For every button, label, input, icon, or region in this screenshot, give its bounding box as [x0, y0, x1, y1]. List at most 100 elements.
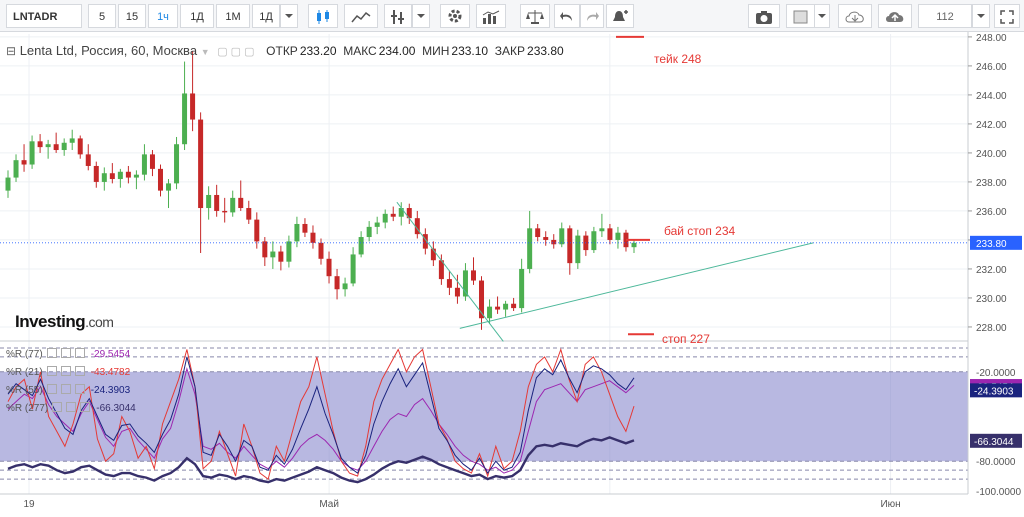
trendline-falling	[396, 201, 504, 342]
price-tick-label: 248.00	[976, 33, 1007, 44]
indicator-close-icon[interactable]	[80, 402, 91, 412]
candle-body	[21, 160, 27, 165]
indicator-close-icon[interactable]	[74, 366, 85, 376]
indicator-settings-icon[interactable]	[46, 348, 57, 358]
indicator-value: -24.3903	[90, 385, 131, 396]
candle-body	[487, 306, 493, 319]
price-tick-label: 244.00	[976, 91, 1007, 102]
chart-area[interactable]: 248.00 246.00 244.00 242.00 240.00 238.00 236.…	[0, 32, 1024, 517]
interval-1d-button[interactable]: 1Д	[180, 4, 214, 28]
save-chart-button[interactable]	[878, 4, 912, 28]
oscillator-tick-label: -100.0000	[976, 487, 1021, 498]
candle-body	[166, 183, 172, 191]
compare-icon	[351, 11, 371, 23]
candle-body	[559, 228, 565, 245]
candle-body	[454, 287, 460, 297]
cloud-upload-icon	[886, 12, 904, 22]
indicator-settings-icon[interactable]	[52, 402, 63, 412]
interval-1h-button[interactable]: 1ч	[148, 4, 178, 28]
candle-body	[575, 235, 581, 264]
alert-button[interactable]	[606, 4, 634, 28]
price-tick-label: 236.00	[976, 207, 1007, 218]
layout-dropdown-button[interactable]	[814, 4, 830, 28]
symbol-search-button[interactable]: LNTADR	[6, 4, 82, 28]
templates-button[interactable]	[476, 4, 506, 28]
indicator-label-277[interactable]: %R (277) -66.3044	[6, 402, 136, 416]
interval-1m-button[interactable]: 1М	[216, 4, 250, 28]
oscillator-tick-label: -20.0000	[976, 368, 1016, 379]
indicators-dropdown-button[interactable]	[412, 4, 430, 28]
candle-body	[182, 93, 188, 145]
candle-body	[503, 303, 509, 310]
candle-body	[29, 141, 35, 165]
indicator-visibility-icon[interactable]	[60, 348, 71, 358]
candle-body	[53, 144, 59, 151]
legend-settings-icons[interactable]: ▢ ▢ ▢	[217, 46, 254, 58]
indicator-settings-icon[interactable]	[46, 384, 57, 394]
indicator-close-icon[interactable]	[74, 348, 85, 358]
indicator-label-55[interactable]: %R (55) -24.3903	[6, 384, 130, 398]
candle-body	[326, 258, 332, 277]
candle-body	[37, 141, 43, 148]
interval-15-button[interactable]: 15	[118, 4, 146, 28]
time-axis-label: Май	[319, 499, 339, 510]
interval-dropdown-button[interactable]	[280, 4, 298, 28]
bar-chart-icon	[482, 10, 500, 24]
fullscreen-button[interactable]	[994, 4, 1020, 28]
candle-body	[599, 228, 605, 232]
compare-button[interactable]	[344, 4, 378, 28]
redo-button[interactable]	[580, 4, 604, 28]
chart-counter: 112	[918, 4, 972, 28]
price-tick-label: 238.00	[976, 178, 1007, 189]
candle-body	[77, 138, 83, 155]
oscillator-tick-label: -80.0000	[976, 457, 1016, 468]
candle-body	[527, 228, 533, 269]
price-tick-label: 240.00	[976, 149, 1007, 160]
candle-body	[567, 228, 573, 264]
indicator-label-77[interactable]: %R (77) -29.5454	[6, 348, 130, 362]
logo-brand: Investing	[15, 312, 86, 331]
legend-chevron-down-icon[interactable]: ▼	[201, 47, 210, 57]
undo-button[interactable]	[554, 4, 580, 28]
interval-5-button[interactable]: 5	[88, 4, 116, 28]
indicator-visibility-icon[interactable]	[66, 402, 77, 412]
open-value: 233.20	[299, 44, 337, 58]
toolbar: LNTADR 5 15 1ч 1Д 1М 1Д 112	[0, 0, 1024, 32]
indicators-button[interactable]	[384, 4, 412, 28]
load-chart-button[interactable]	[838, 4, 872, 28]
candles-style-button[interactable]	[308, 4, 338, 28]
candle-body	[254, 219, 260, 242]
compare-scale-button[interactable]	[520, 4, 550, 28]
indicator-label-21[interactable]: %R (21) -43.4782	[6, 366, 130, 380]
last-price-tag-label: 233.80	[976, 239, 1007, 250]
candle-body	[5, 177, 11, 191]
ohlc-values: ОТКР 233.20 МАКС 234.00 МИН 233.10 ЗАКР 233.…	[266, 44, 564, 58]
interval-custom-button[interactable]: 1Д	[252, 4, 280, 28]
indicator-visibility-icon[interactable]	[60, 366, 71, 376]
candle-body	[141, 154, 147, 175]
candle-body	[366, 226, 372, 238]
oscillator-value-tag-label: -24.3903	[974, 386, 1014, 397]
price-tick-label: 230.00	[976, 294, 1007, 305]
indicator-name: %R (77)	[6, 349, 43, 360]
counter-dropdown-button[interactable]	[972, 4, 990, 28]
square-icon	[793, 10, 808, 24]
settings-button[interactable]	[440, 4, 470, 28]
chevron-down-icon	[977, 14, 985, 18]
candle-body	[190, 93, 196, 120]
open-label: ОТКР	[266, 44, 298, 58]
candle-body	[109, 173, 115, 180]
legend-collapse-icon[interactable]: ⊟	[6, 44, 16, 58]
candle-body	[13, 160, 19, 178]
candle-body	[85, 154, 91, 166]
candle-body	[615, 232, 621, 240]
logo-suffix: .com	[85, 314, 114, 330]
indicator-settings-icon[interactable]	[46, 366, 57, 376]
candle-body	[535, 228, 541, 238]
indicator-close-icon[interactable]	[74, 384, 85, 394]
candle-body	[174, 144, 180, 184]
layout-button[interactable]	[786, 4, 816, 28]
snapshot-button[interactable]	[748, 4, 780, 28]
indicator-visibility-icon[interactable]	[60, 384, 71, 394]
candle-body	[45, 144, 51, 148]
